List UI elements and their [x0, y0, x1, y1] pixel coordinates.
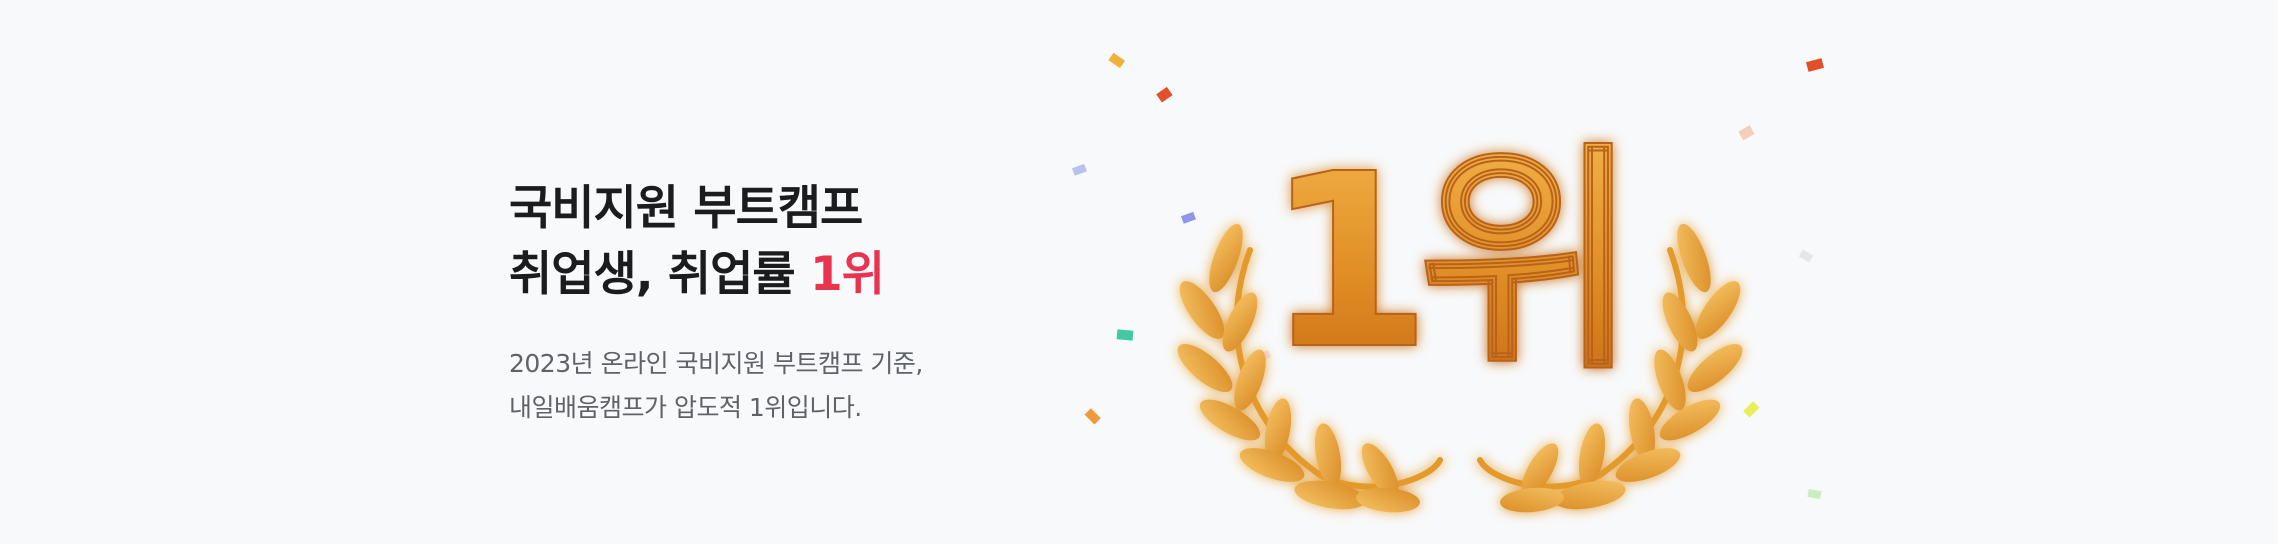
headline-line-1: 국비지원 부트캠프	[509, 181, 863, 236]
first-place-laurel-graphic: 1위	[1071, 52, 1825, 513]
description-line-2: 내일배움캠프가 압도적 1위입니다.	[509, 393, 862, 422]
headline-line-2-prefix: 취업생, 취업률	[509, 247, 811, 302]
banner-description: 2023년 온라인 국비지원 부트캠프 기준, 내일배움캠프가 압도적 1위입니…	[509, 342, 923, 430]
headline-rank-highlight: 1위	[810, 247, 885, 302]
banner-headline: 국비지원 부트캠프 취업생, 취업률 1위	[509, 176, 923, 308]
first-place-badge-text: 1위	[1265, 122, 1625, 402]
banner-text: 국비지원 부트캠프 취업생, 취업률 1위 2023년 온라인 국비지원 부트캠…	[509, 176, 923, 430]
description-line-1: 2023년 온라인 국비지원 부트캠프 기준,	[509, 349, 923, 378]
achievement-banner: 국비지원 부트캠프 취업생, 취업률 1위 2023년 온라인 국비지원 부트캠…	[0, 0, 2278, 544]
